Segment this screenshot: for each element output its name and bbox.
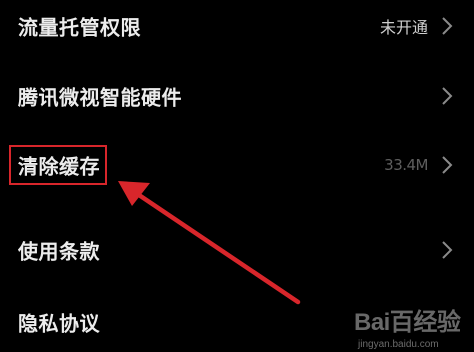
chevron-right-icon [442, 156, 453, 174]
watermark-logo: Bai百经验 [354, 309, 461, 336]
row-label: 腾讯微视智能硬件 [18, 85, 182, 110]
settings-row-traffic-permission[interactable]: 流量托管权限 未开通 [0, 0, 474, 56]
watermark-url: jingyan.baidu.com [358, 339, 439, 350]
chevron-right-icon [442, 241, 453, 259]
settings-row-terms[interactable]: 使用条款 [0, 220, 474, 280]
row-value-cache-size: 33.4M [384, 156, 428, 174]
row-value-status: 未开通 [379, 18, 428, 37]
chevron-right-icon [442, 17, 453, 35]
settings-row-smart-hardware[interactable]: 腾讯微视智能硬件 [0, 66, 474, 126]
annotation-highlight-box [9, 145, 107, 185]
row-label: 流量托管权限 [18, 15, 141, 40]
chevron-right-icon [442, 87, 453, 105]
row-label: 隐私协议 [18, 311, 100, 336]
row-label: 使用条款 [18, 239, 100, 264]
watermark: Bai百经验 jingyan.baidu.com [352, 300, 470, 350]
